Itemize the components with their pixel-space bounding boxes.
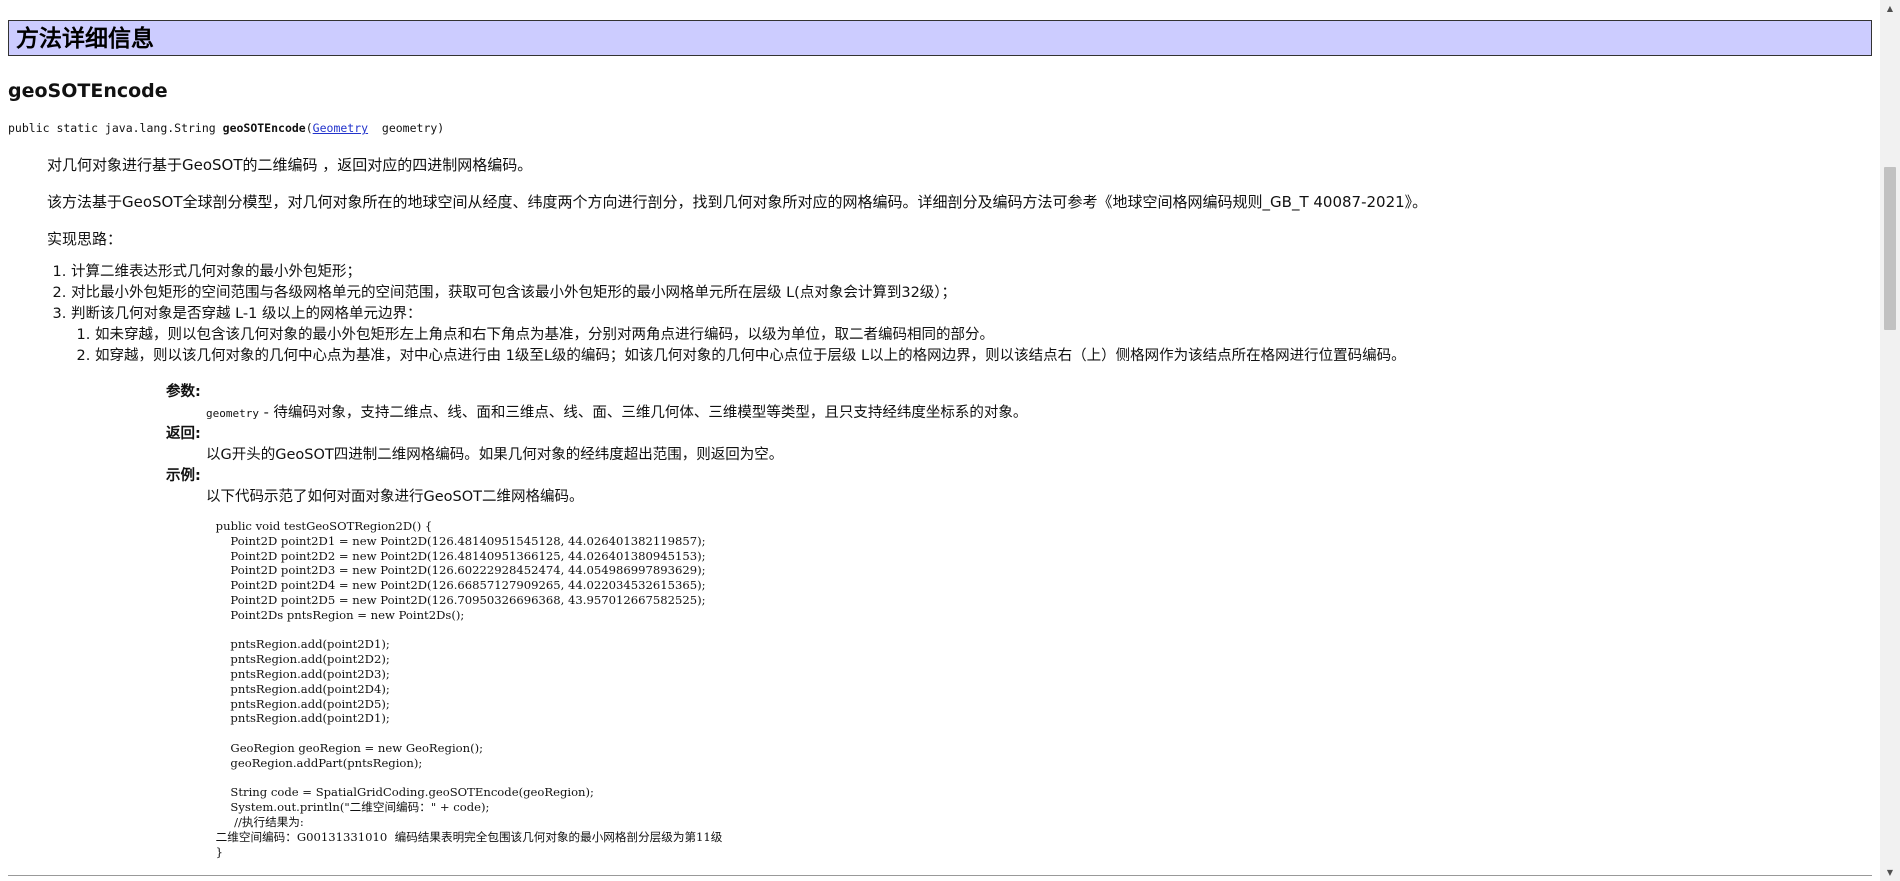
geometry-type-link[interactable]: Geometry	[313, 121, 368, 135]
approach-label: 实现思路：	[47, 230, 123, 248]
scrollbar-thumb[interactable]	[1884, 167, 1896, 330]
step-text: 判断该几何对象是否穿越 L-1 级以上的网格单元边界：	[71, 306, 422, 322]
step-item: 判断该几何对象是否穿越 L-1 级以上的网格单元边界： 如未穿越，则以包含该几何…	[71, 304, 1406, 367]
sub-steps-list: 如未穿越，则以包含该几何对象的最小外包矩形左上角点和右下角点为基准，分别对两角点…	[71, 325, 1406, 367]
example-description: 以下代码示范了如何对面对象进行GeoSOT二维网格编码。	[206, 489, 584, 505]
scroll-down-arrow-icon[interactable]: ▼	[1880, 864, 1900, 881]
section-header-bar: 方法详细信息	[8, 20, 1872, 56]
returns-description: 以G开头的GeoSOT四进制二维网格编码。如果几何对象的经纬度超出范围，则返回为…	[206, 447, 784, 463]
signature-param-rest: geometry)	[368, 121, 445, 135]
param-entry: geometry - 待编码对象，支持二维点、线、面和三维点、线、面、三维几何体…	[206, 403, 1027, 424]
param-name: geometry	[206, 407, 259, 420]
returns-label: 返回:	[166, 426, 201, 442]
signature-open-paren: (	[305, 121, 313, 135]
vertical-scrollbar[interactable]: ▲ ▼	[1880, 0, 1900, 881]
method-details: 参数: geometry - 待编码对象，支持二维点、线、面和三维点、线、面、三…	[166, 382, 1027, 508]
steps-list: 计算二维表达形式几何对象的最小外包矩形； 对比最小外包矩形的空间范围与各级网格单…	[47, 262, 1406, 367]
sub-step-item: 如穿越，则以该几何对象的几何中心点为基准，对中心点进行由 1级至L级的编码；如该…	[95, 346, 1406, 367]
sub-step-item: 如未穿越，则以包含该几何对象的最小外包矩形左上角点和右下角点为基准，分别对两角点…	[95, 325, 1406, 346]
section-title: 方法详细信息	[16, 26, 154, 52]
example-label: 示例:	[166, 468, 201, 484]
method-signature: public static java.lang.String geoSOTEnc…	[8, 121, 444, 135]
method-summary: 对几何对象进行基于GeoSOT的二维编码 ，返回对应的四进制网格编码。	[47, 156, 533, 174]
step-item: 对比最小外包矩形的空间范围与各级网格单元的空间范围，获取可包含该最小外包矩形的最…	[71, 283, 1406, 304]
method-detail: 该方法基于GeoSOT全球剖分模型，对几何对象所在的地球空间从经度、纬度两个方向…	[47, 193, 1428, 211]
method-name-heading: geoSOTEncode	[8, 80, 168, 102]
code-example: public void testGeoSOTRegion2D() { Point…	[215, 519, 723, 859]
scroll-up-arrow-icon[interactable]: ▲	[1880, 0, 1900, 17]
param-description: - 待编码对象，支持二维点、线、面和三维点、线、面、三维几何体、三维模型等类型，…	[258, 405, 1028, 421]
signature-prefix: public static java.lang.String	[8, 121, 223, 135]
signature-method-name: geoSOTEncode	[222, 121, 306, 135]
params-label: 参数:	[166, 384, 201, 400]
doc-content: 方法详细信息 geoSOTEncode public static java.l…	[0, 0, 1880, 881]
bottom-divider	[8, 875, 1872, 876]
step-item: 计算二维表达形式几何对象的最小外包矩形；	[71, 262, 1406, 283]
